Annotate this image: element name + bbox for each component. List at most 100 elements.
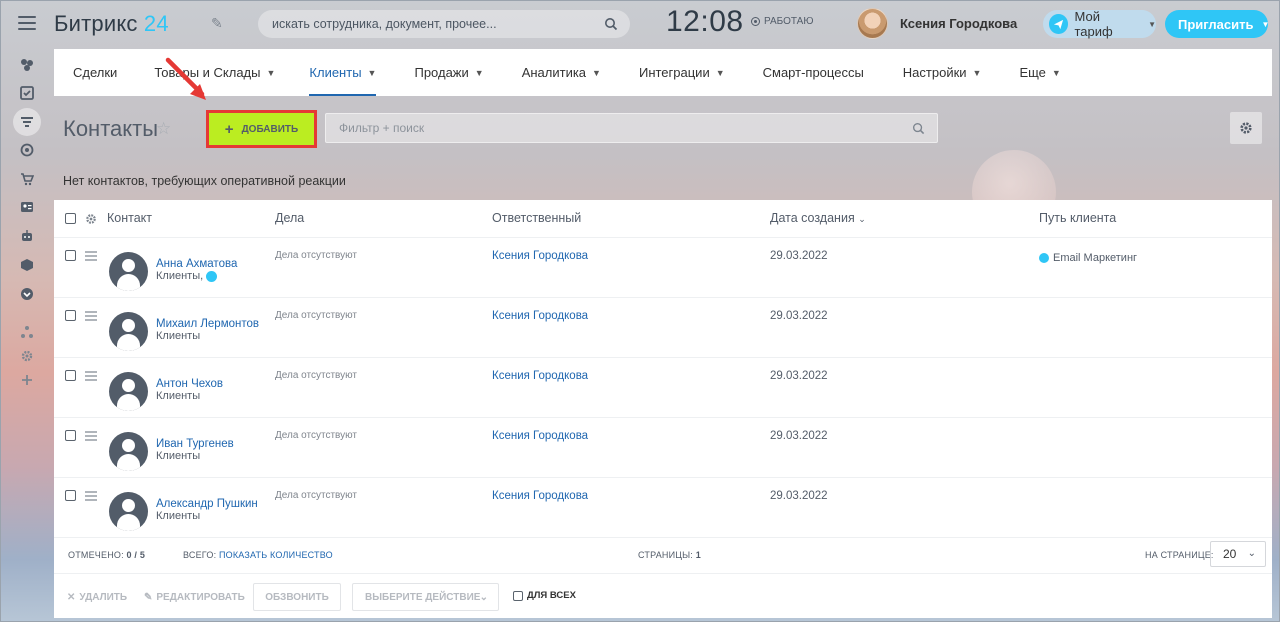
created-date: 29.03.2022 bbox=[770, 310, 828, 322]
tab-analytics[interactable]: Аналитика ▼ bbox=[522, 49, 601, 96]
search-placeholder: искать сотрудника, документ, прочее... bbox=[272, 17, 497, 31]
tab-smart-processes[interactable]: Смарт-процессы bbox=[763, 49, 864, 96]
chevron-down-icon: ▼ bbox=[1148, 19, 1156, 29]
telegram-icon bbox=[206, 270, 218, 282]
settings-button[interactable] bbox=[1230, 112, 1262, 144]
row-checkbox[interactable] bbox=[65, 370, 76, 381]
page-size-select[interactable]: 20 ⌄ bbox=[1210, 541, 1266, 567]
work-status-label: РАБОТАЮ bbox=[764, 16, 814, 27]
edit-logo-icon[interactable]: ✎ bbox=[211, 15, 223, 32]
invite-button[interactable]: Пригласить ▼ bbox=[1165, 10, 1269, 38]
logo[interactable]: Битрикс 24 bbox=[54, 11, 169, 37]
choose-action-select[interactable]: ВЫБЕРИТЕ ДЕЙСТВИЕ ⌄ bbox=[352, 583, 499, 611]
tab-more[interactable]: Еще ▼ bbox=[1019, 49, 1060, 96]
user-chevron-down-icon[interactable]: ⌄ bbox=[1004, 16, 1012, 27]
gear-icon[interactable] bbox=[18, 347, 36, 365]
client-path: Email Маркетинг bbox=[1039, 252, 1137, 264]
contact-name-link[interactable]: Анна Ахматова bbox=[156, 258, 237, 270]
contact-card-icon[interactable] bbox=[18, 198, 36, 216]
for-all-toggle[interactable]: ДЛЯ ВСЕХ bbox=[513, 590, 576, 601]
chevron-down-icon: ▼ bbox=[715, 67, 725, 78]
user-avatar[interactable] bbox=[857, 8, 888, 39]
search-input[interactable]: искать сотрудника, документ, прочее... bbox=[258, 10, 630, 38]
table-row[interactable]: Александр Пушкин Клиенты Дела отсутствую… bbox=[54, 478, 1272, 538]
column-header-contact[interactable]: Контакт bbox=[107, 211, 152, 225]
shop-cart-icon[interactable] bbox=[18, 170, 36, 188]
responsible-link[interactable]: Ксения Городкова bbox=[492, 250, 588, 262]
contact-name-link[interactable]: Антон Чехов bbox=[156, 378, 223, 390]
show-count-link[interactable]: ПОКАЗАТЬ КОЛИЧЕСТВО bbox=[219, 550, 333, 560]
top-nav: Сделки Товары и Склады ▼ Клиенты ▼ Продажи… bbox=[54, 49, 1272, 96]
row-menu-icon[interactable] bbox=[85, 431, 97, 443]
user-name[interactable]: Ксения Городкова bbox=[900, 16, 1017, 31]
pages-label: СТРАНИЦЫ: bbox=[638, 550, 693, 560]
chevron-down-icon: ⌄ bbox=[479, 591, 488, 603]
more-circle-icon[interactable] bbox=[18, 285, 36, 303]
contact-type: Клиенты bbox=[156, 450, 201, 462]
sitemap-icon[interactable] bbox=[18, 323, 36, 341]
responsible-link[interactable]: Ксения Городкова bbox=[492, 490, 588, 502]
contact-name-link[interactable]: Александр Пушкин bbox=[156, 498, 258, 510]
tab-settings[interactable]: Настройки ▼ bbox=[903, 49, 982, 96]
choose-action-label: ВЫБЕРИТЕ ДЕЙСТВИЕ bbox=[365, 591, 481, 603]
avatar bbox=[109, 372, 148, 411]
table-row[interactable]: Антон Чехов Клиенты Дела отсутствуют Ксе… bbox=[54, 358, 1272, 418]
favorite-star-icon[interactable]: ☆ bbox=[156, 119, 171, 139]
crm-icon[interactable] bbox=[13, 108, 41, 136]
delete-button[interactable]: ✕ УДАЛИТЬ bbox=[67, 592, 127, 603]
column-settings-gear-icon[interactable] bbox=[85, 213, 97, 225]
responsible-link[interactable]: Ксения Городкова bbox=[492, 370, 588, 382]
column-header-created[interactable]: Дата создания ⌄ bbox=[770, 211, 866, 225]
marketing-icon[interactable] bbox=[18, 141, 36, 159]
telegram-icon bbox=[1039, 253, 1049, 263]
contact-type: Клиенты, bbox=[156, 270, 218, 282]
contact-name-link[interactable]: Иван Тургенев bbox=[156, 438, 234, 450]
edit-button[interactable]: ✎ РЕДАКТИРОВАТЬ bbox=[144, 592, 245, 603]
gear-icon bbox=[1240, 122, 1252, 134]
row-menu-icon[interactable] bbox=[85, 491, 97, 503]
row-checkbox[interactable] bbox=[65, 430, 76, 441]
row-checkbox[interactable] bbox=[65, 490, 76, 501]
responsible-link[interactable]: Ксения Городкова bbox=[492, 430, 588, 442]
tab-clients[interactable]: Клиенты ▼ bbox=[309, 49, 377, 96]
column-header-path[interactable]: Путь клиента bbox=[1039, 211, 1116, 225]
add-button-label: ДОБАВИТЬ bbox=[241, 123, 299, 135]
box-icon[interactable] bbox=[18, 256, 36, 274]
clock[interactable]: 12:08 bbox=[666, 5, 744, 39]
add-button[interactable]: + ДОБАВИТЬ bbox=[206, 110, 317, 148]
robot-icon[interactable] bbox=[18, 227, 36, 245]
row-menu-icon[interactable] bbox=[85, 251, 97, 263]
tab-sales[interactable]: Продажи ▼ bbox=[414, 49, 483, 96]
row-checkbox[interactable] bbox=[65, 250, 76, 261]
responsible-link[interactable]: Ксения Городкова bbox=[492, 310, 588, 322]
filter-search-input[interactable]: Фильтр + поиск bbox=[325, 113, 938, 143]
feed-icon[interactable] bbox=[18, 56, 36, 74]
for-all-checkbox[interactable] bbox=[513, 590, 523, 601]
row-menu-icon[interactable] bbox=[85, 311, 97, 323]
total-count: ВСЕГО: ПОКАЗАТЬ КОЛИЧЕСТВО bbox=[183, 550, 333, 560]
column-header-deals[interactable]: Дела bbox=[275, 211, 304, 225]
grid-header: Контакт Дела Ответственный Дата создания… bbox=[54, 200, 1272, 238]
client-path-label: Email Маркетинг bbox=[1053, 252, 1138, 264]
created-date: 29.03.2022 bbox=[770, 250, 828, 262]
tab-integrations[interactable]: Интеграции ▼ bbox=[639, 49, 725, 96]
contact-name-link[interactable]: Михаил Лермонтов bbox=[156, 318, 259, 330]
row-menu-icon[interactable] bbox=[85, 371, 97, 383]
menu-icon[interactable] bbox=[18, 16, 36, 30]
tasks-icon[interactable] bbox=[18, 84, 36, 102]
plus-icon[interactable] bbox=[18, 371, 36, 389]
row-checkbox[interactable] bbox=[65, 310, 76, 321]
contact-type: Клиенты bbox=[156, 330, 201, 342]
select-all-checkbox[interactable] bbox=[65, 213, 76, 224]
table-row[interactable]: Михаил Лермонтов Клиенты Дела отсутствую… bbox=[54, 298, 1272, 358]
call-button[interactable]: ОБЗВОНИТЬ bbox=[253, 583, 341, 611]
tab-deals[interactable]: Сделки bbox=[73, 49, 117, 96]
my-tariff-button[interactable]: Мой тариф ▼ bbox=[1043, 9, 1156, 39]
table-row[interactable]: Иван Тургенев Клиенты Дела отсутствуют К… bbox=[54, 418, 1272, 478]
deals-status: Дела отсутствуют bbox=[275, 310, 357, 321]
per-page-label: НА СТРАНИЦЕ: bbox=[1145, 550, 1214, 560]
table-row[interactable]: Анна Ахматова Клиенты, Дела отсутствуют … bbox=[54, 238, 1272, 298]
column-header-responsible[interactable]: Ответственный bbox=[492, 211, 581, 225]
pages-info: СТРАНИЦЫ: 1 bbox=[638, 550, 701, 560]
work-status[interactable]: РАБОТАЮ bbox=[751, 16, 813, 27]
